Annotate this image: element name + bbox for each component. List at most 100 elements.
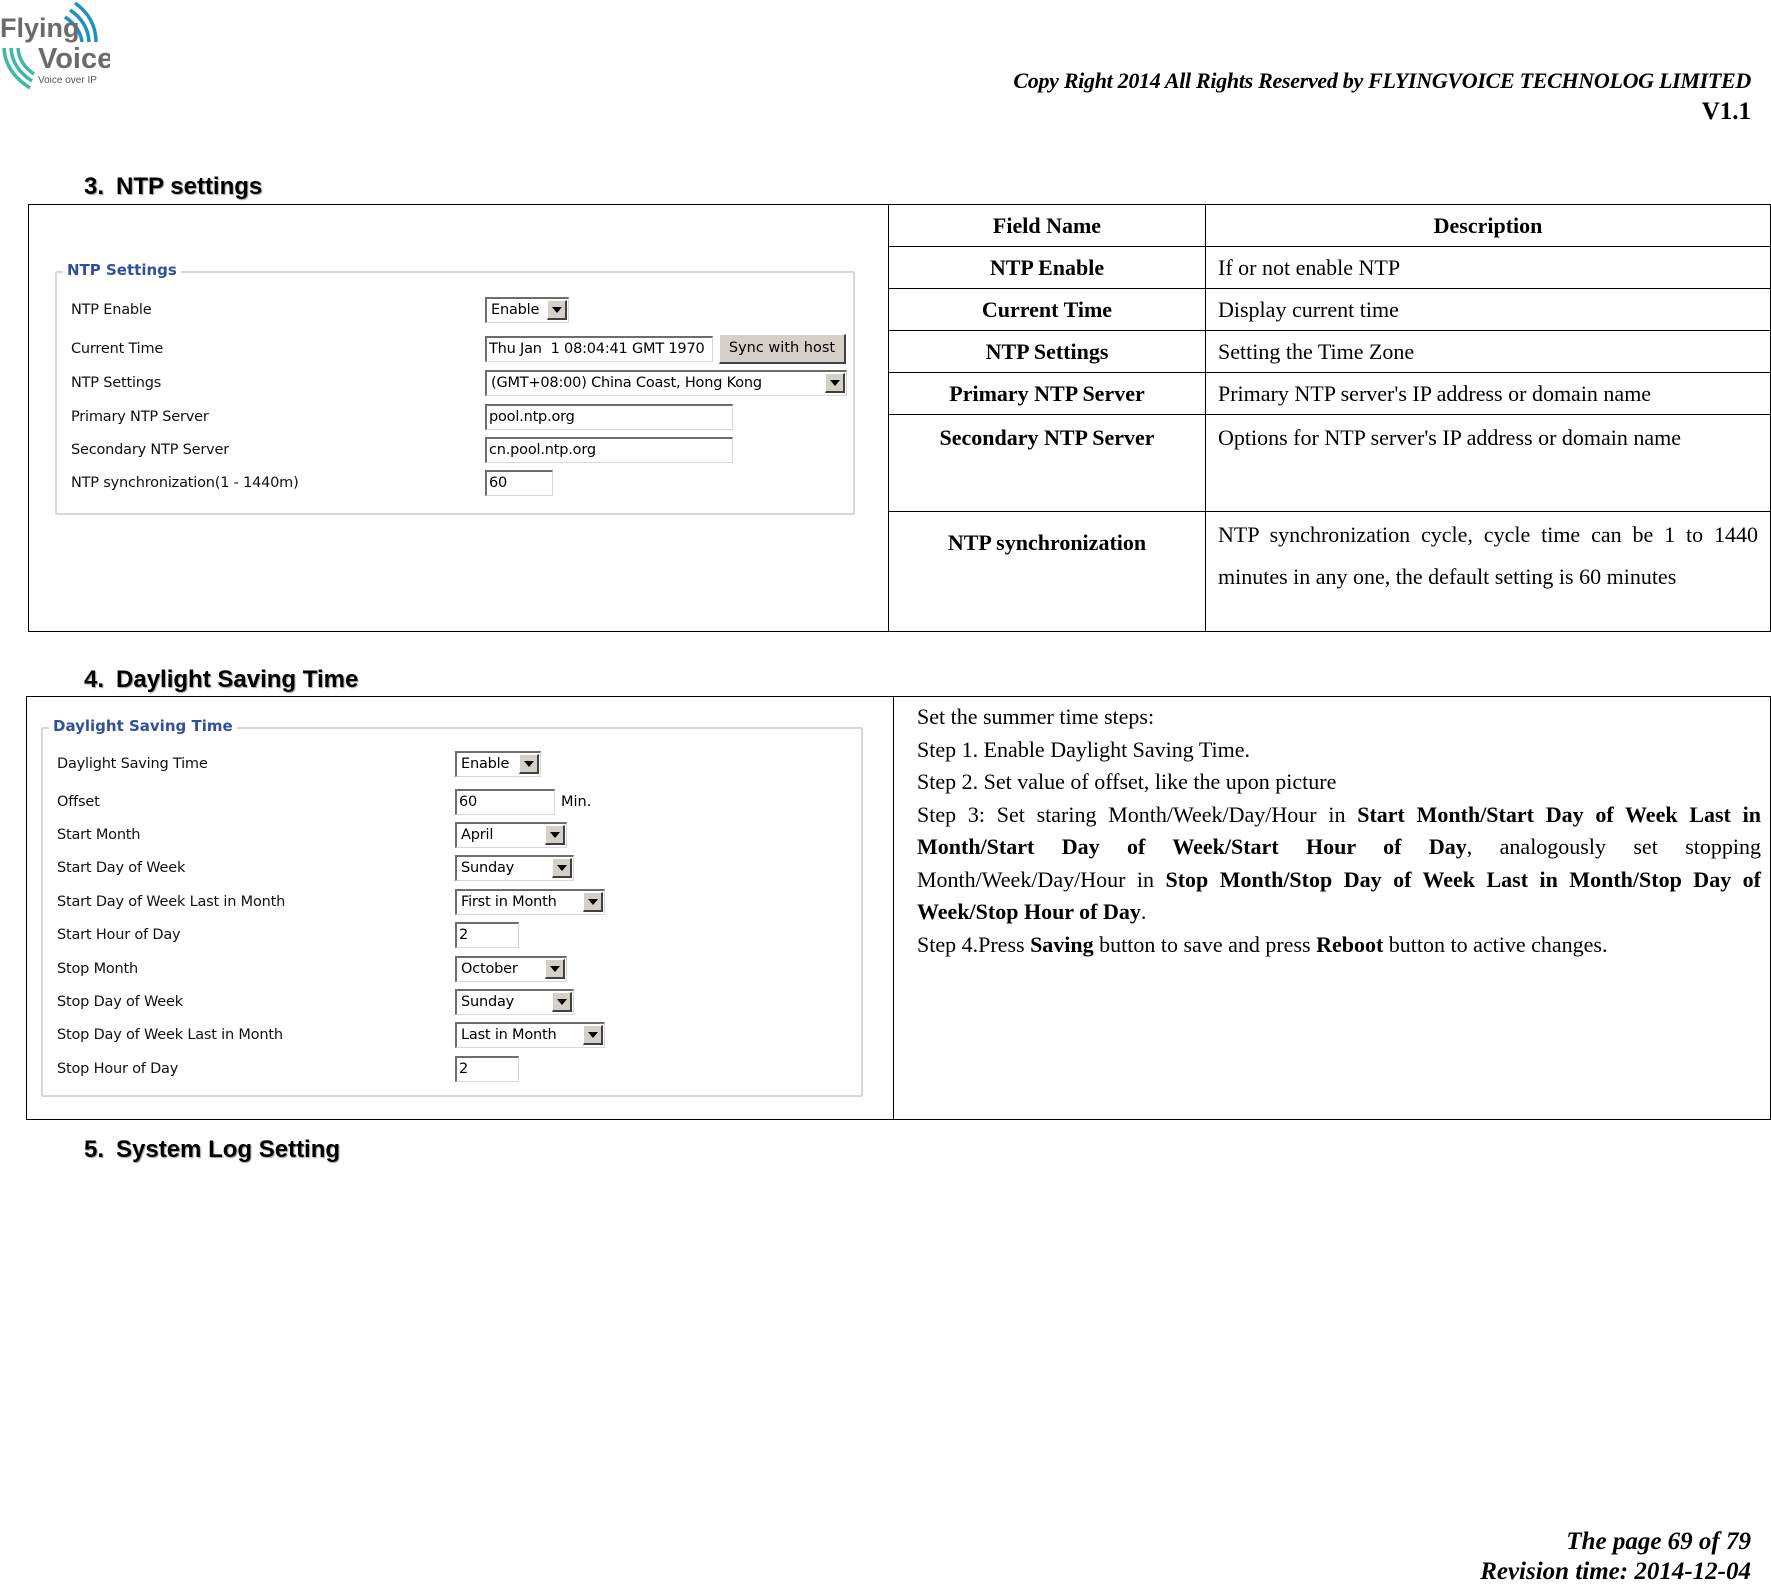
start-week-in-month-select[interactable]: First in Month [455,889,605,915]
field-name-cell: NTP Settings [889,330,1206,373]
dst-settings-screenshot: Daylight Saving Time Daylight Saving Tim… [27,697,894,1119]
input-value: pool.ntp.org [489,409,575,425]
input-value: 60 [489,475,508,491]
input-value: 2 [459,927,469,943]
select-value: Sunday [461,994,515,1010]
field-label: Offset [57,794,100,810]
step-text: Step 3: Set staring Month/Week/Day/Hour … [917,801,1358,827]
section-number: 3. [84,173,105,200]
signal-waves-icon: Flying Voice Voice over IP [0,1,113,90]
stop-month-select[interactable]: October [455,956,567,982]
revision-time: Revision time: 2014-12-04 [1480,1558,1751,1585]
select-value: Enable [491,302,540,318]
logo-text-voice: Voice [38,43,110,75]
field-label: Stop Month [57,961,139,977]
start-month-select[interactable]: April [455,822,567,848]
step-text: Step 4.Press [917,931,1031,957]
table-row: Primary NTP Server Primary NTP server's … [889,372,1770,415]
form-row-stop-month: Stop Month October [43,956,861,984]
primary-ntp-server-field[interactable]: pool.ntp.org [485,404,733,430]
form-row-offset: Offset 60 Min. [43,789,861,817]
dropdown-arrow-icon[interactable] [825,373,845,393]
form-row-secondary-ntp: Secondary NTP Server cn.pool.ntp.org [57,437,853,465]
select-value: Sunday [461,860,515,876]
start-day-of-week-select[interactable]: Sunday [455,855,574,881]
dropdown-arrow-icon[interactable] [545,825,565,845]
logo-text-flying: Flying [0,13,80,43]
ntp-field-description-table: Field Name Description NTP Enable If or … [889,205,1770,631]
select-value: Enable [461,756,510,772]
stop-hour-field[interactable]: 2 [455,1056,519,1082]
offset-unit: Min. [561,794,592,810]
field-name-cell: Primary NTP Server [889,372,1206,415]
dropdown-arrow-icon[interactable] [547,300,567,320]
field-label: NTP synchronization(1 - 1440m) [71,475,299,491]
dropdown-arrow-icon[interactable] [583,892,603,912]
section-heading-ntp: 3. NTP settings [84,173,262,201]
section-heading-dst: 4. Daylight Saving Time [84,666,358,694]
step-emphasis: Reboot [1316,931,1384,957]
ntp-settings-fieldset: NTP Settings NTP Enable Enable Current T… [55,261,855,515]
select-value: Last in Month [461,1027,557,1043]
field-label: Daylight Saving Time [57,756,208,772]
ntp-enable-select[interactable]: Enable [485,297,569,323]
form-row-current-time: Current Time Thu Jan 1 08:04:41 GMT 1970… [57,334,853,364]
description-cell: NTP synchronization cycle, cycle time ca… [1205,511,1770,631]
section-heading-syslog: 5. System Log Setting [84,1136,340,1164]
dst-instructions: Set the summer time steps: Step 1. Enabl… [917,701,1761,961]
form-row-dst-enable: Daylight Saving Time Enable [43,751,861,779]
sync-with-host-button[interactable]: Sync with host [719,334,846,364]
ntp-settings-screenshot: NTP Settings NTP Enable Enable Current T… [29,205,889,631]
table-row: Current Time Display current time [889,288,1770,331]
dropdown-arrow-icon[interactable] [545,959,565,979]
field-label: Start Day of Week Last in Month [57,894,286,910]
field-name-cell: Current Time [889,288,1206,331]
input-value: cn.pool.ntp.org [489,442,596,458]
dropdown-arrow-icon[interactable] [583,1025,603,1045]
select-value: First in Month [461,894,557,910]
field-label: Start Day of Week [57,860,186,876]
step-emphasis: Saving [1030,931,1094,957]
form-row-start-hour: Start Hour of Day 2 [43,922,861,950]
description-cell: If or not enable NTP [1205,246,1770,289]
ntp-settings-table: NTP Settings NTP Enable Enable Current T… [28,204,1771,632]
select-value: April [461,827,494,843]
dropdown-arrow-icon[interactable] [552,992,572,1012]
form-row-stop-day-of-week: Stop Day of Week Sunday [43,989,861,1017]
field-label: Start Month [57,827,141,843]
field-label: Stop Day of Week [57,994,183,1010]
field-label: NTP Enable [71,302,152,318]
current-time-field[interactable]: Thu Jan 1 08:04:41 GMT 1970 [485,336,713,362]
step-text: button to save and press [1093,931,1317,957]
form-row-start-day-of-week: Start Day of Week Sunday [43,855,861,883]
ntp-sync-interval-field[interactable]: 60 [485,470,553,496]
offset-field[interactable]: 60 [455,789,555,815]
field-label: Current Time [71,341,164,357]
step-text: button to active changes. [1383,931,1608,957]
input-value: 60 [459,794,478,810]
fieldset-legend: Daylight Saving Time [49,717,237,735]
start-hour-field[interactable]: 2 [455,922,519,948]
timezone-select[interactable]: (GMT+08:00) China Coast, Hong Kong [485,370,847,396]
description-cell: Display current time [1205,288,1770,331]
dropdown-arrow-icon[interactable] [552,858,572,878]
stop-day-of-week-select[interactable]: Sunday [455,989,574,1015]
column-header-field-name: Field Name [889,205,1206,247]
instruction-step-2: Step 2. Set value of offset, like the up… [917,769,1337,794]
form-row-start-week-in-month: Start Day of Week Last in Month First in… [43,889,861,917]
stop-week-in-month-select[interactable]: Last in Month [455,1022,605,1048]
table-row: Secondary NTP Server Options for NTP ser… [889,414,1770,512]
dropdown-arrow-icon[interactable] [519,754,539,774]
secondary-ntp-server-field[interactable]: cn.pool.ntp.org [485,437,733,463]
column-header-description: Description [1205,205,1770,247]
description-cell: Options for NTP server's IP address or d… [1205,414,1770,512]
dst-enable-select[interactable]: Enable [455,751,541,777]
field-name-cell: NTP Enable [889,246,1206,289]
step-text: . [1140,899,1147,924]
field-label: Stop Day of Week Last in Month [57,1027,283,1043]
form-row-ntp-enable: NTP Enable Enable [57,297,853,325]
field-label: Start Hour of Day [57,927,181,943]
field-label: Secondary NTP Server [71,442,230,458]
document-version: V1.1 [1701,98,1751,125]
instruction-step-3: Step 3: Set staring Month/Week/Day/Hour … [917,799,1761,929]
